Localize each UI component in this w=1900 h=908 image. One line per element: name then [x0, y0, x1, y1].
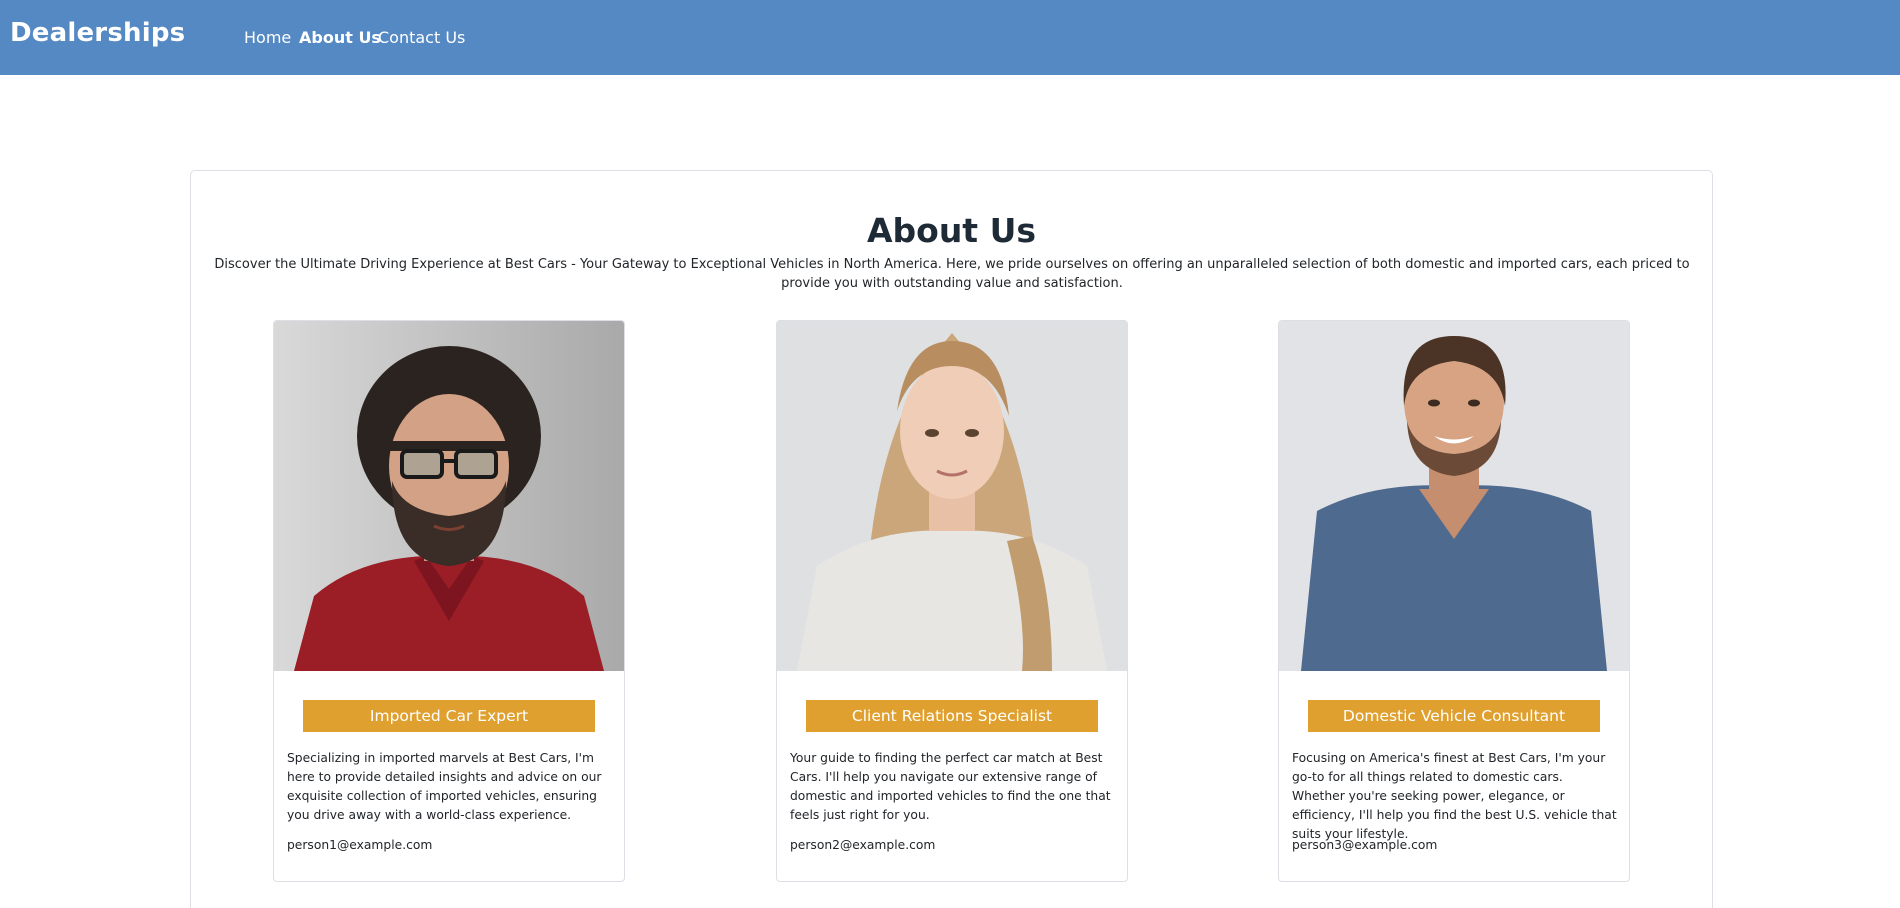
role-description: Focusing on America's finest at Best Car…: [1292, 751, 1617, 841]
nav-link-about-us[interactable]: About Us: [299, 28, 381, 47]
brand-logo-text[interactable]: Dealerships: [10, 18, 185, 48]
email-link[interactable]: person2@example.com: [790, 838, 935, 852]
profile-photo-person2: [777, 321, 1127, 671]
role-badge: Imported Car Expert: [303, 700, 595, 732]
intro-text: Discover the Ultimate Driving Experience…: [214, 257, 1690, 291]
role-badge: Client Relations Specialist: [806, 700, 1098, 732]
team-card-imported-expert: Imported Car Expert Specializing in impo…: [273, 320, 625, 882]
profile-photo-person3: [1279, 321, 1629, 671]
top-navbar: Dealerships Home About Us Contact Us: [0, 0, 1900, 75]
team-card-domestic-consultant: Domestic Vehicle Consultant Focusing on …: [1278, 320, 1630, 882]
role-badge: Domestic Vehicle Consultant: [1308, 700, 1600, 732]
team-card-client-relations: Client Relations Specialist Your guide t…: [776, 320, 1128, 882]
page-title: About Us: [866, 211, 1037, 250]
email-link[interactable]: person1@example.com: [287, 838, 432, 852]
role-description: Specializing in imported marvels at Best…: [287, 751, 602, 822]
profile-photo-person1: [274, 321, 624, 671]
email-link[interactable]: person3@example.com: [1292, 838, 1437, 852]
role-description: Your guide to finding the perfect car ma…: [790, 751, 1111, 822]
nav-link-contact-us[interactable]: Contact Us: [378, 28, 465, 47]
nav-link-home[interactable]: Home: [244, 28, 291, 47]
